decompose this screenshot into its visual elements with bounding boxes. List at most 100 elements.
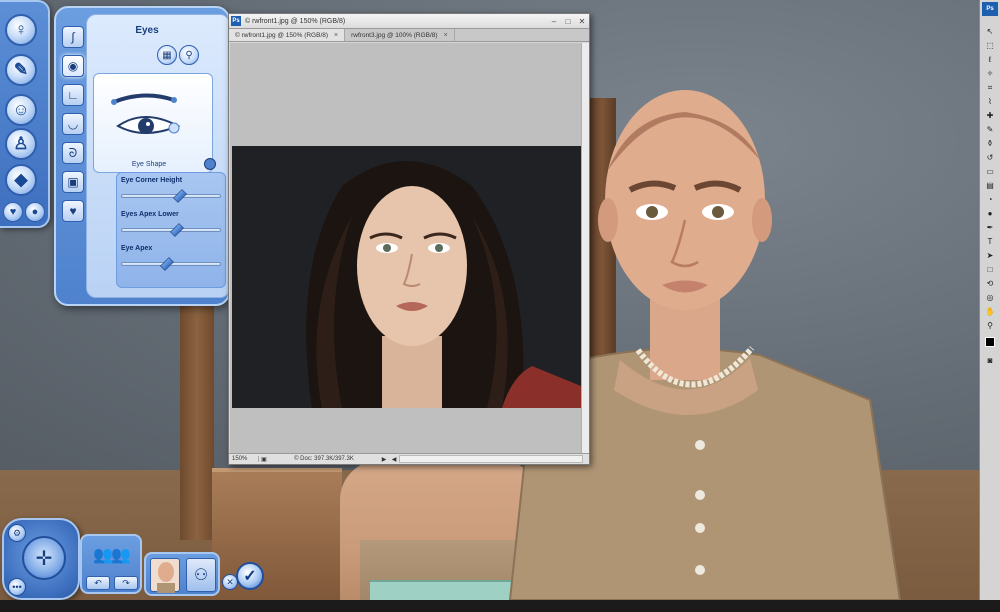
undo-icon[interactable]: ↶ — [86, 576, 110, 590]
done-checkmark-icon[interactable]: ✓ — [236, 562, 264, 590]
magnify-icon[interactable]: ⚲ — [179, 45, 199, 65]
add-sim-button[interactable]: ⚇ — [186, 558, 216, 592]
face-part-column: ∫ ◉ ∟ ◡ ᘐ ▣ ♥ — [62, 26, 84, 229]
zoom-field[interactable]: 150% — [229, 456, 259, 462]
eye-shape-card[interactable]: Eye Shape — [93, 73, 216, 173]
tab-rwfront3[interactable]: rwfront3.jpg @ 100% (RGB/8) × — [345, 29, 455, 41]
maximize-icon[interactable]: □ — [561, 17, 575, 26]
cas-category-nav: ♀ ✎ ☺ ♙ ◆ ♥ ● — [0, 0, 50, 228]
close-icon[interactable]: × — [334, 32, 338, 39]
panel-title: Eyes — [135, 25, 159, 36]
ps-vertical-scrollbar[interactable] — [581, 43, 589, 453]
sim-tray: ⚇ — [144, 552, 220, 596]
face-mask-icon[interactable]: ▣ — [62, 171, 84, 193]
ps-logo-icon: Ps — [982, 2, 998, 16]
close-icon[interactable]: × — [444, 32, 448, 39]
camera-control: ⚙ ✛ ••• — [2, 518, 80, 600]
ps-window-title: © rwfront1.jpg @ 150% (RGB/8) — [245, 17, 346, 25]
dodge-icon[interactable]: ● — [983, 208, 997, 219]
healing-icon[interactable]: ✚ — [983, 110, 997, 121]
tab-label: © rwfront1.jpg @ 150% (RGB/8) — [235, 31, 329, 39]
gender-icon[interactable]: ♀ — [5, 14, 37, 46]
slider-thumb[interactable] — [170, 223, 184, 237]
ps-canvas[interactable] — [230, 43, 582, 453]
foreground-color-swatch[interactable] — [985, 337, 995, 347]
menu-dots-icon[interactable]: ••• — [8, 578, 26, 596]
magic-wand-icon[interactable]: ✧ — [983, 68, 997, 79]
presets-icon[interactable]: ▦ — [157, 45, 177, 65]
household-bar: 👥👥 ↶ ↷ — [80, 534, 142, 594]
slider-track[interactable] — [121, 223, 221, 237]
palette-icon[interactable]: ● — [25, 202, 45, 222]
ps-status-bar: 150% ▣ © Doc: 397.3K/397.3K ▶ ◀ — [229, 453, 589, 464]
blur-icon[interactable]: ◔ — [983, 194, 997, 205]
hair-icon[interactable]: ✎ — [5, 54, 37, 86]
eye-sliders: Eye Corner Height Eyes Apex Lower Eye Ap… — [116, 172, 226, 288]
gradient-icon[interactable]: ▤ — [983, 180, 997, 191]
slider-eye-corner-height: Eye Corner Height — [121, 177, 225, 203]
hand-icon[interactable]: ✋ — [983, 306, 997, 317]
zoom-icon[interactable]: ⚲ — [983, 320, 997, 331]
wooden-post — [180, 300, 214, 540]
slider-label: Eye Apex — [121, 245, 153, 252]
ear-icon[interactable]: ᘐ — [62, 142, 84, 164]
marquee-icon[interactable]: ⬚ — [983, 40, 997, 51]
slider-label: Eyes Apex Lower — [121, 211, 179, 218]
eyedropper-icon[interactable]: ⌇ — [983, 96, 997, 107]
tab-label: rwfront3.jpg @ 100% (RGB/8) — [351, 31, 438, 39]
tab-rwfront1[interactable]: © rwfront1.jpg @ 150% (RGB/8) × — [229, 29, 346, 41]
arrow-left-icon[interactable]: ◀ — [389, 456, 399, 463]
ps-toolbar: Ps ↖ ⬚ ℓ ✧ ⌗ ⌇ ✚ ✎ ⚱ ↺ ▭ ▤ ◔ ● ✒ T ➤ □ ⟲… — [979, 0, 1000, 612]
favorites-icon[interactable]: ♥ — [3, 202, 23, 222]
arrow-right-icon[interactable]: ▶ — [379, 456, 389, 463]
eye-shape-label: Eye Shape — [131, 161, 167, 168]
3d-orbit-icon[interactable]: ◎ — [983, 292, 997, 303]
camera-dial[interactable]: ✛ — [22, 536, 66, 580]
move-icon[interactable]: ↖ — [983, 26, 997, 37]
bottom-edge — [0, 600, 1000, 612]
lips-icon[interactable]: ◡ — [62, 113, 84, 135]
eraser-icon[interactable]: ▭ — [983, 166, 997, 177]
lasso-icon[interactable]: ℓ — [983, 54, 997, 65]
minimize-icon[interactable]: – — [547, 17, 561, 26]
sim-thumbnail[interactable] — [150, 558, 180, 593]
options-icon[interactable]: ⚙ — [8, 524, 26, 542]
pen-icon[interactable]: ✒ — [983, 222, 997, 233]
shape-icon[interactable]: □ — [983, 264, 997, 275]
redo-icon[interactable]: ↷ — [114, 576, 138, 590]
doc-info: © Doc: 397.3K/397.3K — [294, 456, 354, 462]
slider-eyes-apex-lower: Eyes Apex Lower — [121, 211, 225, 237]
crop-icon[interactable]: ⌗ — [983, 82, 997, 93]
reference-photo — [232, 146, 581, 408]
sim-button — [695, 565, 705, 575]
heart-icon[interactable]: ♥ — [62, 200, 84, 222]
slider-track[interactable] — [121, 189, 221, 203]
family-tree-icon[interactable]: 👥👥 — [86, 540, 136, 570]
stamp-icon[interactable]: ⚱ — [983, 138, 997, 149]
history-brush-icon[interactable]: ↺ — [983, 152, 997, 163]
brush-icon[interactable]: ✎ — [983, 124, 997, 135]
close-icon[interactable]: ✕ — [575, 17, 589, 26]
jaw-icon[interactable]: ∟ — [62, 84, 84, 106]
slider-eye-apex: Eye Apex — [121, 245, 225, 271]
body-icon[interactable]: ♙ — [5, 128, 37, 160]
face-icon[interactable]: ☺ — [5, 94, 37, 126]
ps-titlebar[interactable]: Ps © rwfront1.jpg @ 150% (RGB/8) – □ ✕ — [229, 14, 589, 29]
traits-icon[interactable]: ◆ — [5, 164, 37, 196]
type-icon[interactable]: T — [983, 236, 997, 247]
eye-shape-knob[interactable] — [204, 158, 216, 170]
3d-rotate-icon[interactable]: ⟲ — [983, 278, 997, 289]
sim-head — [605, 90, 765, 310]
eye-icon[interactable]: ◉ — [62, 55, 84, 77]
status-menu-icon[interactable]: ▣ — [259, 456, 269, 463]
slider-thumb[interactable] — [160, 257, 174, 271]
sim-ear-right — [752, 198, 772, 242]
slider-thumb[interactable] — [173, 189, 187, 203]
quick-mask-icon[interactable]: ◙ — [983, 355, 997, 366]
sim-button — [695, 523, 705, 533]
slider-track[interactable] — [121, 257, 221, 271]
ps-horizontal-scrollbar[interactable] — [399, 455, 583, 463]
path-select-icon[interactable]: ➤ — [983, 250, 997, 261]
photoshop-document-window[interactable]: Ps © rwfront1.jpg @ 150% (RGB/8) – □ ✕ ©… — [228, 13, 590, 465]
sim-ear-left — [598, 198, 618, 242]
